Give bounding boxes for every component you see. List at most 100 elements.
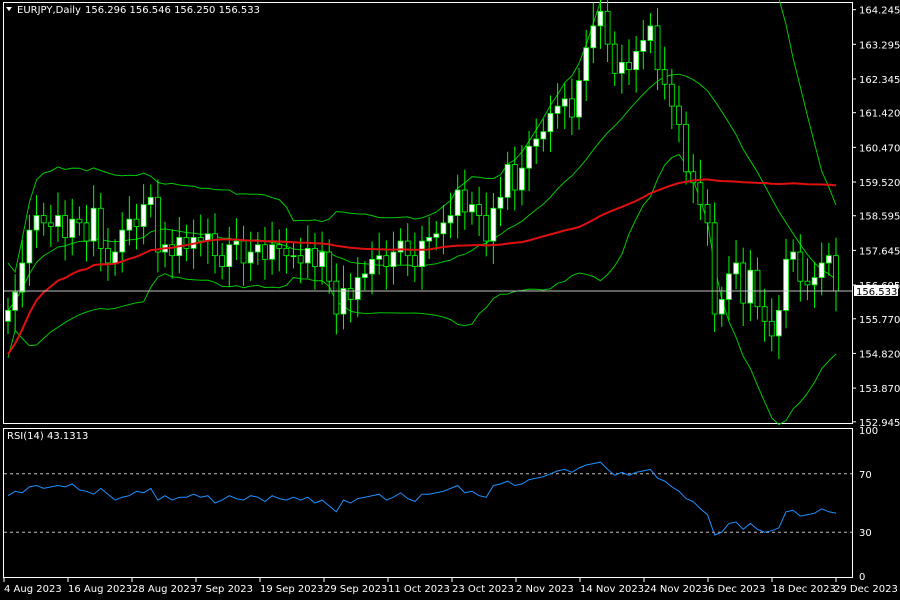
- candle-body: [361, 273, 368, 278]
- price-tick-label: 158.595: [859, 212, 900, 223]
- price-tick-label: 159.520: [859, 178, 900, 189]
- candle-body: [583, 47, 590, 81]
- candle-body: [262, 244, 268, 260]
- rsi-axis: 100 70 30 0: [859, 426, 878, 583]
- candle-body: [226, 244, 233, 268]
- candle-body: [804, 280, 811, 286]
- candle-body: [825, 255, 832, 264]
- candle-body: [83, 222, 90, 242]
- date-tick-label: 23 Oct 2023: [452, 584, 514, 595]
- candle-body: [440, 222, 447, 235]
- candle-body: [383, 255, 390, 268]
- candle-body: [433, 233, 440, 238]
- candle-body: [654, 25, 661, 71]
- candle-body: [661, 69, 668, 85]
- candle-body: [19, 262, 26, 293]
- candle-body: [133, 218, 140, 227]
- candle-body: [404, 240, 411, 257]
- date-tick-label: 19 Sep 2023: [260, 584, 323, 595]
- candle-body: [797, 251, 804, 282]
- date-axis: 4 Aug 2023 16 Aug 2023 28 Aug 2023 7 Sep 20…: [3, 578, 898, 595]
- price-axis: 164.245 163.295 162.345 161.420 160.470 159.5…: [852, 6, 900, 429]
- candle-body: [312, 247, 318, 268]
- date-tick-label: 29 Dec 2023: [834, 584, 898, 595]
- candle-body: [369, 258, 375, 275]
- candle-body: [768, 320, 775, 337]
- candle-body: [668, 83, 675, 107]
- candle-body: [347, 288, 354, 300]
- candle-body: [818, 262, 825, 278]
- chart-canvas[interactable]: 164.245 163.295 162.345 161.420 160.470 159.5…: [0, 0, 900, 600]
- candle-body: [540, 131, 547, 140]
- rsi-path: [7, 461, 837, 536]
- rsi-tick-label: 100: [859, 426, 878, 437]
- candle-body: [683, 123, 690, 173]
- candle-body: [126, 218, 133, 231]
- candle-body: [718, 299, 725, 315]
- candle-body: [476, 204, 483, 216]
- rsi-tick-label: 0: [859, 572, 865, 583]
- candle-body: [376, 255, 383, 260]
- price-tick-label: 163.295: [859, 40, 900, 51]
- candle-body: [233, 240, 240, 246]
- candle-body: [526, 145, 532, 169]
- candle-body: [390, 251, 397, 268]
- date-tick-label: 18 Dec 2023: [772, 584, 836, 595]
- svg-text:156.533: 156.533: [856, 287, 897, 298]
- date-tick-label: 16 Aug 2023: [68, 584, 132, 595]
- candle-body: [533, 138, 540, 147]
- price-tick-label: 160.470: [859, 143, 900, 154]
- candle-body: [76, 218, 83, 224]
- candle-body: [511, 164, 518, 191]
- candle-body: [568, 98, 575, 118]
- collapse-triangle-icon[interactable]: [6, 7, 12, 11]
- candle-body: [333, 280, 340, 315]
- rsi-tick-label: 70: [859, 470, 872, 481]
- candle-body: [711, 222, 718, 315]
- symbol-title: EURJPY,Daily: [17, 5, 81, 16]
- date-tick-label: 6 Dec 2023: [708, 584, 766, 595]
- candle-body: [633, 51, 640, 71]
- candle-body: [290, 255, 297, 258]
- bollinger-bands: [7, 0, 837, 426]
- candle-body: [490, 207, 497, 242]
- candle-body: [704, 204, 711, 224]
- candle-body: [97, 207, 104, 249]
- price-tick-label: 157.645: [859, 246, 900, 257]
- candle-body: [833, 255, 839, 292]
- candle-body: [519, 167, 525, 191]
- candle-body: [597, 10, 604, 27]
- candle-body: [547, 113, 554, 133]
- candle-body: [219, 255, 226, 268]
- candle-body: [40, 215, 47, 224]
- candle-body: [726, 273, 732, 300]
- candle-body: [319, 251, 325, 268]
- candle-body: [112, 251, 118, 264]
- candle-body: [747, 269, 754, 304]
- candle-body: [497, 196, 504, 209]
- candle-body: [419, 240, 425, 268]
- candle-body: [62, 215, 69, 238]
- price-tick-label: 164.245: [859, 6, 900, 17]
- candle-body: [811, 277, 818, 286]
- candle-body: [33, 215, 40, 231]
- candle-body: [783, 258, 789, 311]
- candle-body: [590, 25, 597, 49]
- candle-body: [154, 196, 161, 253]
- date-tick-label: 2 Nov 2023: [516, 584, 574, 595]
- candle-body: [618, 61, 625, 74]
- candle-body: [604, 10, 611, 45]
- date-tick-label: 29 Sep 2023: [324, 584, 387, 595]
- candle-body: [119, 229, 126, 253]
- candle-body: [90, 207, 97, 242]
- candle-body: [147, 196, 154, 206]
- candle-body: [733, 262, 739, 275]
- candle-body: [269, 244, 276, 260]
- candle-body: [304, 247, 311, 264]
- candle-body: [140, 204, 147, 227]
- rsi-panel-frame: [3, 428, 853, 578]
- candle-body: [183, 237, 190, 249]
- current-price-label: 156.533: [854, 284, 898, 298]
- candle-body: [626, 61, 632, 71]
- candle-body: [297, 255, 304, 264]
